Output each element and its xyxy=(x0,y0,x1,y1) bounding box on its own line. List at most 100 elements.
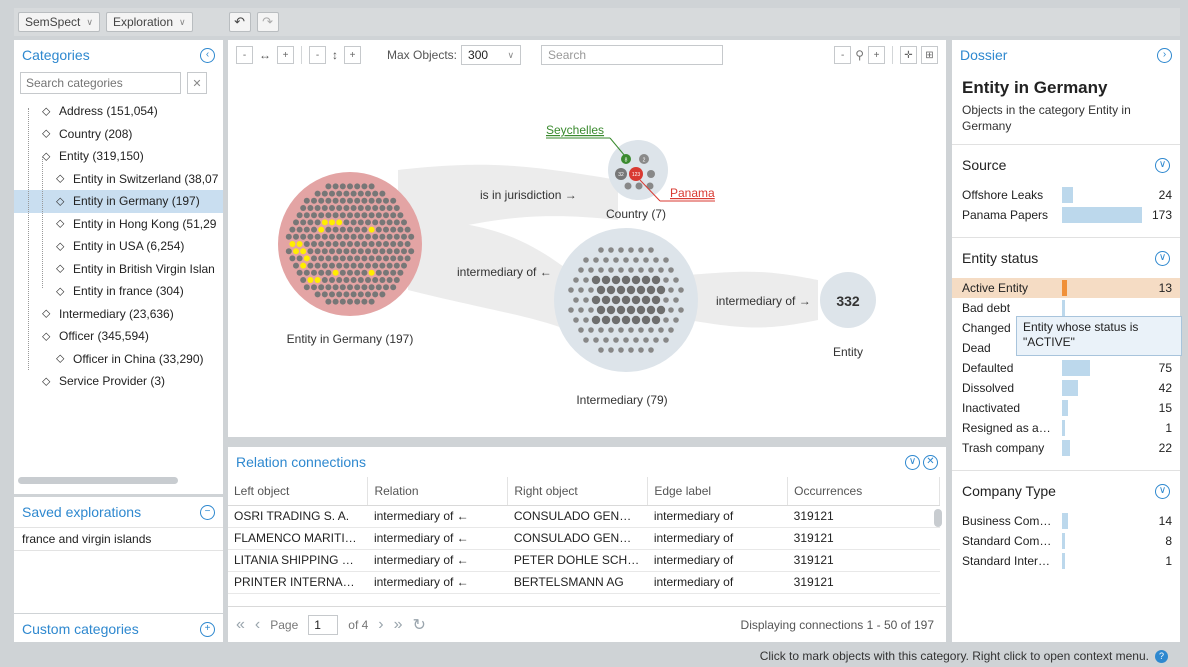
category-item[interactable]: ⬦ Service Provider (3) xyxy=(14,370,223,393)
tag-icon: ⬦ xyxy=(56,261,65,276)
graph-search-input[interactable]: Search xyxy=(541,45,724,65)
entity-dot xyxy=(379,205,386,211)
category-item[interactable]: ⬦ Entity in British Virgin Islan xyxy=(14,258,223,281)
redo-button[interactable]: ↷ xyxy=(256,12,279,32)
column-header[interactable]: Left object xyxy=(228,477,369,506)
first-page-icon[interactable]: « xyxy=(236,616,245,634)
entity-dot xyxy=(293,262,299,269)
table-row[interactable]: FLAMENCO MARITI… intermediary of ← CONSULA… xyxy=(228,527,940,550)
dossier-row[interactable]: Defaulted 75 xyxy=(952,358,1180,378)
next-page-icon[interactable]: › xyxy=(378,616,383,634)
category-item[interactable]: ⬦ Entity in Germany (197) xyxy=(14,190,223,213)
dossier-row[interactable]: Standard Com… 8 xyxy=(952,531,1180,551)
app-menu-dropdown[interactable]: SemSpect ∨ xyxy=(18,12,100,32)
dossier-row[interactable]: Standard Inter… 1 xyxy=(952,551,1180,571)
entity-dot xyxy=(325,212,332,219)
center-graph-button[interactable]: ✛ xyxy=(900,46,917,64)
dossier-row[interactable]: Dissolved 42 xyxy=(952,378,1180,398)
graph-canvas[interactable]: Entity in Germany (197) 8 2 32 123 Count… xyxy=(228,70,946,437)
table-row[interactable]: OSRI TRADING S. A. intermediary of ← CONSU… xyxy=(228,505,940,528)
dossier-row[interactable]: Panama Papers 173 xyxy=(952,205,1180,225)
dossier-row[interactable]: Resigned as a… 1 xyxy=(952,418,1180,438)
dossier-row[interactable]: Inactivated 15 xyxy=(952,398,1180,418)
intermediary-dot xyxy=(618,247,624,253)
entity-dot xyxy=(372,219,379,226)
collapse-right-icon[interactable]: › xyxy=(1157,47,1172,63)
grow-vertical-button[interactable]: + xyxy=(344,46,361,64)
dossier-row[interactable]: Active Entity 13 xyxy=(952,278,1180,298)
last-page-icon[interactable]: » xyxy=(394,616,403,634)
entity-dot xyxy=(354,226,361,233)
close-icon[interactable]: ✕ xyxy=(923,454,938,470)
category-item[interactable]: ⬦ Entity (319,150) xyxy=(14,145,223,168)
undo-button[interactable]: ↶ xyxy=(228,12,251,32)
minus-circle-icon[interactable]: − xyxy=(200,504,215,520)
dossier-row-label: Trash company xyxy=(962,441,1045,455)
dossier-row[interactable]: Business Com… 14 xyxy=(952,511,1180,531)
grow-horizontal-button[interactable]: + xyxy=(277,46,294,64)
shrink-horizontal-button[interactable]: - xyxy=(236,46,253,64)
saved-exploration-item[interactable]: france and virgin islands xyxy=(14,527,223,551)
plus-circle-icon[interactable]: + xyxy=(200,621,215,637)
category-item[interactable]: ⬦ Entity in USA (6,254) xyxy=(14,235,223,258)
max-objects-select[interactable]: 300 ∨ xyxy=(461,45,522,65)
entity-dot xyxy=(307,277,314,283)
category-item[interactable]: ⬦ Entity in Hong Kong (51,29 xyxy=(14,213,223,236)
prev-page-icon[interactable]: ‹ xyxy=(255,616,260,634)
entity-dot xyxy=(325,197,332,204)
category-item[interactable]: ⬦ Officer in China (33,290) xyxy=(14,348,223,371)
column-header[interactable]: Occurrences xyxy=(787,477,940,506)
category-item[interactable]: ⬦ Entity in france (304) xyxy=(14,280,223,303)
intermediary-dot xyxy=(588,287,594,293)
intermediary-dot xyxy=(663,317,669,323)
category-label: Country (208) xyxy=(59,126,133,141)
entity-dot xyxy=(404,255,411,262)
zoom-in-button[interactable]: + xyxy=(868,46,885,64)
collapse-left-icon[interactable]: ‹ xyxy=(200,47,215,63)
column-header[interactable]: Right object xyxy=(507,477,649,506)
dossier-row-label: Bad debt xyxy=(962,301,1011,315)
intermediary-dot xyxy=(591,275,601,285)
column-header[interactable]: Edge label xyxy=(647,477,789,506)
entity-dot xyxy=(318,241,325,247)
column-header[interactable]: Relation xyxy=(367,477,509,506)
mode-menu-label: Exploration xyxy=(112,15,173,29)
category-search-input[interactable] xyxy=(20,72,181,94)
zoom-out-button[interactable]: - xyxy=(834,46,852,64)
country-dot-label: 8 xyxy=(625,158,628,164)
dossier-row[interactable]: Trash company 22 xyxy=(952,438,1180,458)
help-icon[interactable]: ? xyxy=(1155,649,1168,663)
entity-dot xyxy=(318,212,325,219)
category-item[interactable]: ⬦ Intermediary (23,636) xyxy=(14,303,223,326)
chevron-down-icon[interactable]: ∨ xyxy=(1155,157,1170,173)
chevron-down-icon[interactable]: ∨ xyxy=(1155,250,1170,266)
dossier-row[interactable]: Offshore Leaks 24 xyxy=(952,185,1180,205)
category-item[interactable]: ⬦ Officer (345,594) xyxy=(14,325,223,348)
vertical-scrollbar[interactable] xyxy=(934,509,942,527)
entity-dot xyxy=(397,255,404,262)
entity-dot xyxy=(347,197,353,204)
shrink-vertical-button[interactable]: - xyxy=(309,46,326,64)
table-row[interactable]: PRINTER INTERNA… intermediary of ← BERTELS… xyxy=(228,571,940,594)
category-item[interactable]: ⬦ Address (151,054) xyxy=(14,100,223,123)
collapse-down-icon[interactable]: ∨ xyxy=(905,454,920,470)
entity-dot xyxy=(296,255,303,262)
category-item[interactable]: ⬦ Entity in Switzerland (38,07 xyxy=(14,168,223,191)
dossier-row[interactable]: Bad debt xyxy=(952,298,1180,318)
page-number-input[interactable]: 1 xyxy=(308,614,339,635)
entity-dot xyxy=(361,212,368,219)
table-row[interactable]: LITANIA SHIPPING … intermediary of ← PETER… xyxy=(228,549,940,572)
fit-graph-button[interactable]: ⊞ xyxy=(921,46,938,64)
refresh-icon[interactable]: ↻ xyxy=(413,615,426,635)
intermediary-dot xyxy=(668,307,674,313)
entity-dot xyxy=(300,248,307,255)
mode-menu-dropdown[interactable]: Exploration ∨ xyxy=(105,12,193,32)
dossier-row-label: Defaulted xyxy=(962,361,1014,375)
entity-dot xyxy=(357,262,364,269)
horizontal-scrollbar[interactable] xyxy=(18,477,178,484)
chevron-down-icon[interactable]: ∨ xyxy=(1155,483,1170,499)
category-item[interactable]: ⬦ Country (208) xyxy=(14,123,223,146)
intermediary-dot xyxy=(641,295,651,305)
entity-dot xyxy=(347,241,353,247)
clear-search-button[interactable]: ✕ xyxy=(187,72,207,94)
